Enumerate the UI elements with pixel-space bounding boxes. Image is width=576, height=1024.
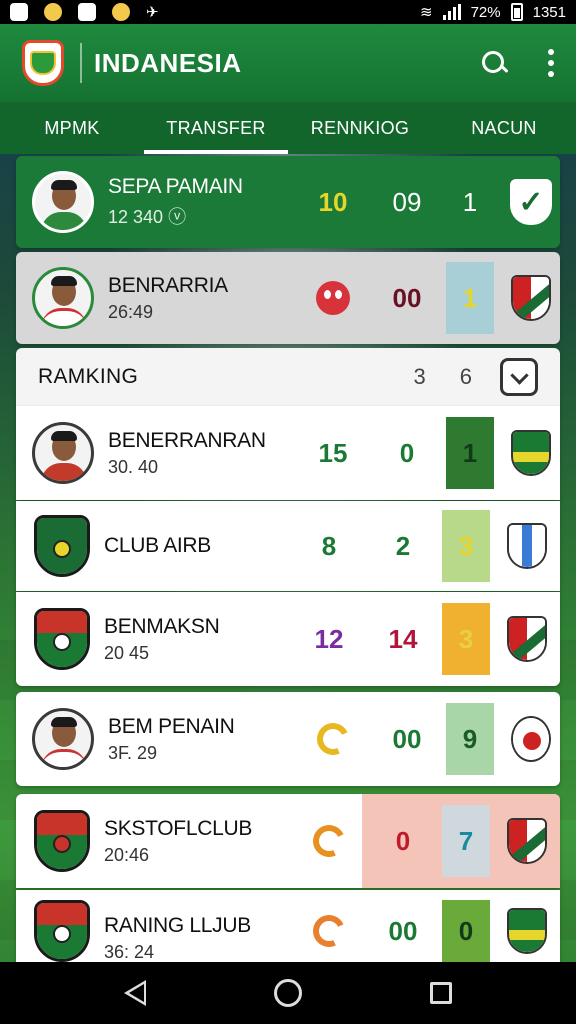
row-sub: 20:46 <box>104 844 150 865</box>
club-crest-icon <box>511 430 551 476</box>
stat-value: 7 <box>442 805 490 877</box>
battery-percent: 72% <box>470 3 501 21</box>
stat-value: 8 <box>321 530 337 561</box>
ranking-title: RAMKING <box>38 365 139 388</box>
chevron-down-icon[interactable] <box>500 358 538 396</box>
row-name: RANING LLJUB <box>104 914 251 937</box>
club-crest-icon <box>34 515 90 577</box>
list-item[interactable]: RANING LLJUB 36: 24 00 0 <box>16 890 560 962</box>
player-avatar <box>32 422 94 484</box>
app-bar: INDANESIA <box>0 24 576 102</box>
stat-value: 0 <box>395 825 411 856</box>
wifi-icon: ≋ <box>420 4 433 21</box>
club-crest-icon <box>511 716 551 762</box>
list-item[interactable]: BEM PENAIN 3F. 29 00 9 <box>16 692 560 786</box>
row-name: SKSTOFLCLUB <box>104 816 253 840</box>
row-name: BENERRANRAN <box>108 428 266 452</box>
airplane-icon: ✈ <box>146 4 159 21</box>
player-avatar <box>32 267 94 329</box>
row-sub: 36: 24 <box>104 942 155 962</box>
message-icon <box>78 3 96 21</box>
tab-mpmk[interactable]: MPMK <box>0 102 144 154</box>
notification-icon <box>10 3 28 21</box>
club-crest-icon <box>507 908 547 954</box>
row-sub: 30. 40 <box>108 456 159 477</box>
player-stat: 26:49 <box>108 301 154 322</box>
info-circle-icon: ⓥ <box>168 207 187 227</box>
club-crest-icon <box>507 818 547 864</box>
stat-value: 0 <box>399 437 415 468</box>
stat-value: 15 <box>318 437 348 468</box>
club-crest-icon <box>34 608 90 670</box>
battery-icon <box>510 3 523 21</box>
row-name: CLUB AIRB <box>104 534 212 557</box>
row-name: BENMAKSN <box>104 614 220 638</box>
player-name: BENRARRIA <box>108 273 228 297</box>
club-crest-icon <box>507 523 547 569</box>
list-item[interactable]: BENMAKSN 20 45 12 14 3 <box>16 592 560 686</box>
refresh-icon <box>312 718 354 760</box>
list-item[interactable]: BENERRANRAN 30. 40 15 0 1 <box>16 406 560 500</box>
stat-value: 0 <box>442 900 490 962</box>
stat-value: 3 <box>442 510 490 582</box>
stat-value: 3 <box>442 603 490 675</box>
row-name: BEM PENAIN <box>108 714 235 738</box>
tab-rennkiog[interactable]: RENNKIOG <box>288 102 432 154</box>
club-crest-icon <box>507 616 547 662</box>
featured-player-card[interactable]: SEPA PAMAIN 12 340 ⓥ 10 09 1 ✓ <box>16 156 560 248</box>
stat-value: 1 <box>462 186 478 217</box>
stat-value: 00 <box>392 282 422 313</box>
stat-value: 9 <box>446 703 494 775</box>
title-divider <box>80 43 82 83</box>
refresh-icon <box>308 910 350 952</box>
player-avatar <box>32 708 94 770</box>
row-sub: 20 45 <box>104 642 150 663</box>
back-icon[interactable] <box>124 980 146 1006</box>
system-navigation-bar <box>0 962 576 1024</box>
recent-apps-icon[interactable] <box>430 982 452 1004</box>
tab-nacun[interactable]: NACUN <box>432 102 576 154</box>
clock: 1351 <box>532 3 566 21</box>
more-options-icon[interactable] <box>548 49 554 77</box>
stat-value: 12 <box>314 623 344 654</box>
stat-value: 00 <box>392 723 422 754</box>
club-crest-icon <box>511 275 551 321</box>
player-name: SEPA PAMAIN <box>108 175 243 198</box>
stat-value: 14 <box>388 623 418 654</box>
ranking-col-a: 3 <box>413 364 426 389</box>
alert-icon <box>316 281 350 315</box>
ranking-col-b: 6 <box>459 364 472 389</box>
club-crest-icon <box>34 810 90 872</box>
stat-value: 2 <box>395 530 411 561</box>
app-notification-icon <box>44 3 62 21</box>
refresh-icon <box>308 820 350 862</box>
club-crest-icon <box>34 900 90 962</box>
signal-icon <box>442 4 461 20</box>
player-avatar <box>32 171 94 233</box>
stat-value: 09 <box>392 186 422 217</box>
shield-notification-icon <box>112 3 130 21</box>
player-stat: 12 340 ⓥ <box>108 207 187 227</box>
ranking-header: RAMKING 3 6 <box>16 348 560 406</box>
home-icon[interactable] <box>274 979 302 1007</box>
stat-value: 00 <box>388 915 418 946</box>
row-sub: 3F. 29 <box>108 742 158 763</box>
stat-value: 1 <box>446 417 494 489</box>
team-logo-icon[interactable] <box>22 40 64 86</box>
list-item[interactable]: SKSTOFLCLUB 20:46 0 7 <box>16 794 560 888</box>
check-shield-icon[interactable]: ✓ <box>510 179 552 225</box>
stat-value: 1 <box>446 262 494 334</box>
tab-bar: MPMK TRANSFER RENNKIOG NACUN <box>0 102 576 154</box>
stat-value: 10 <box>318 186 348 217</box>
list-item[interactable]: CLUB AIRB 8 2 3 <box>16 501 560 591</box>
page-title: INDANESIA <box>94 47 242 78</box>
status-bar: ✈ ≋ 72% 1351 <box>0 0 576 24</box>
player-card[interactable]: BENRARRIA 26:49 00 1 <box>16 252 560 344</box>
tab-transfer[interactable]: TRANSFER <box>144 102 288 154</box>
search-icon[interactable] <box>480 49 508 77</box>
